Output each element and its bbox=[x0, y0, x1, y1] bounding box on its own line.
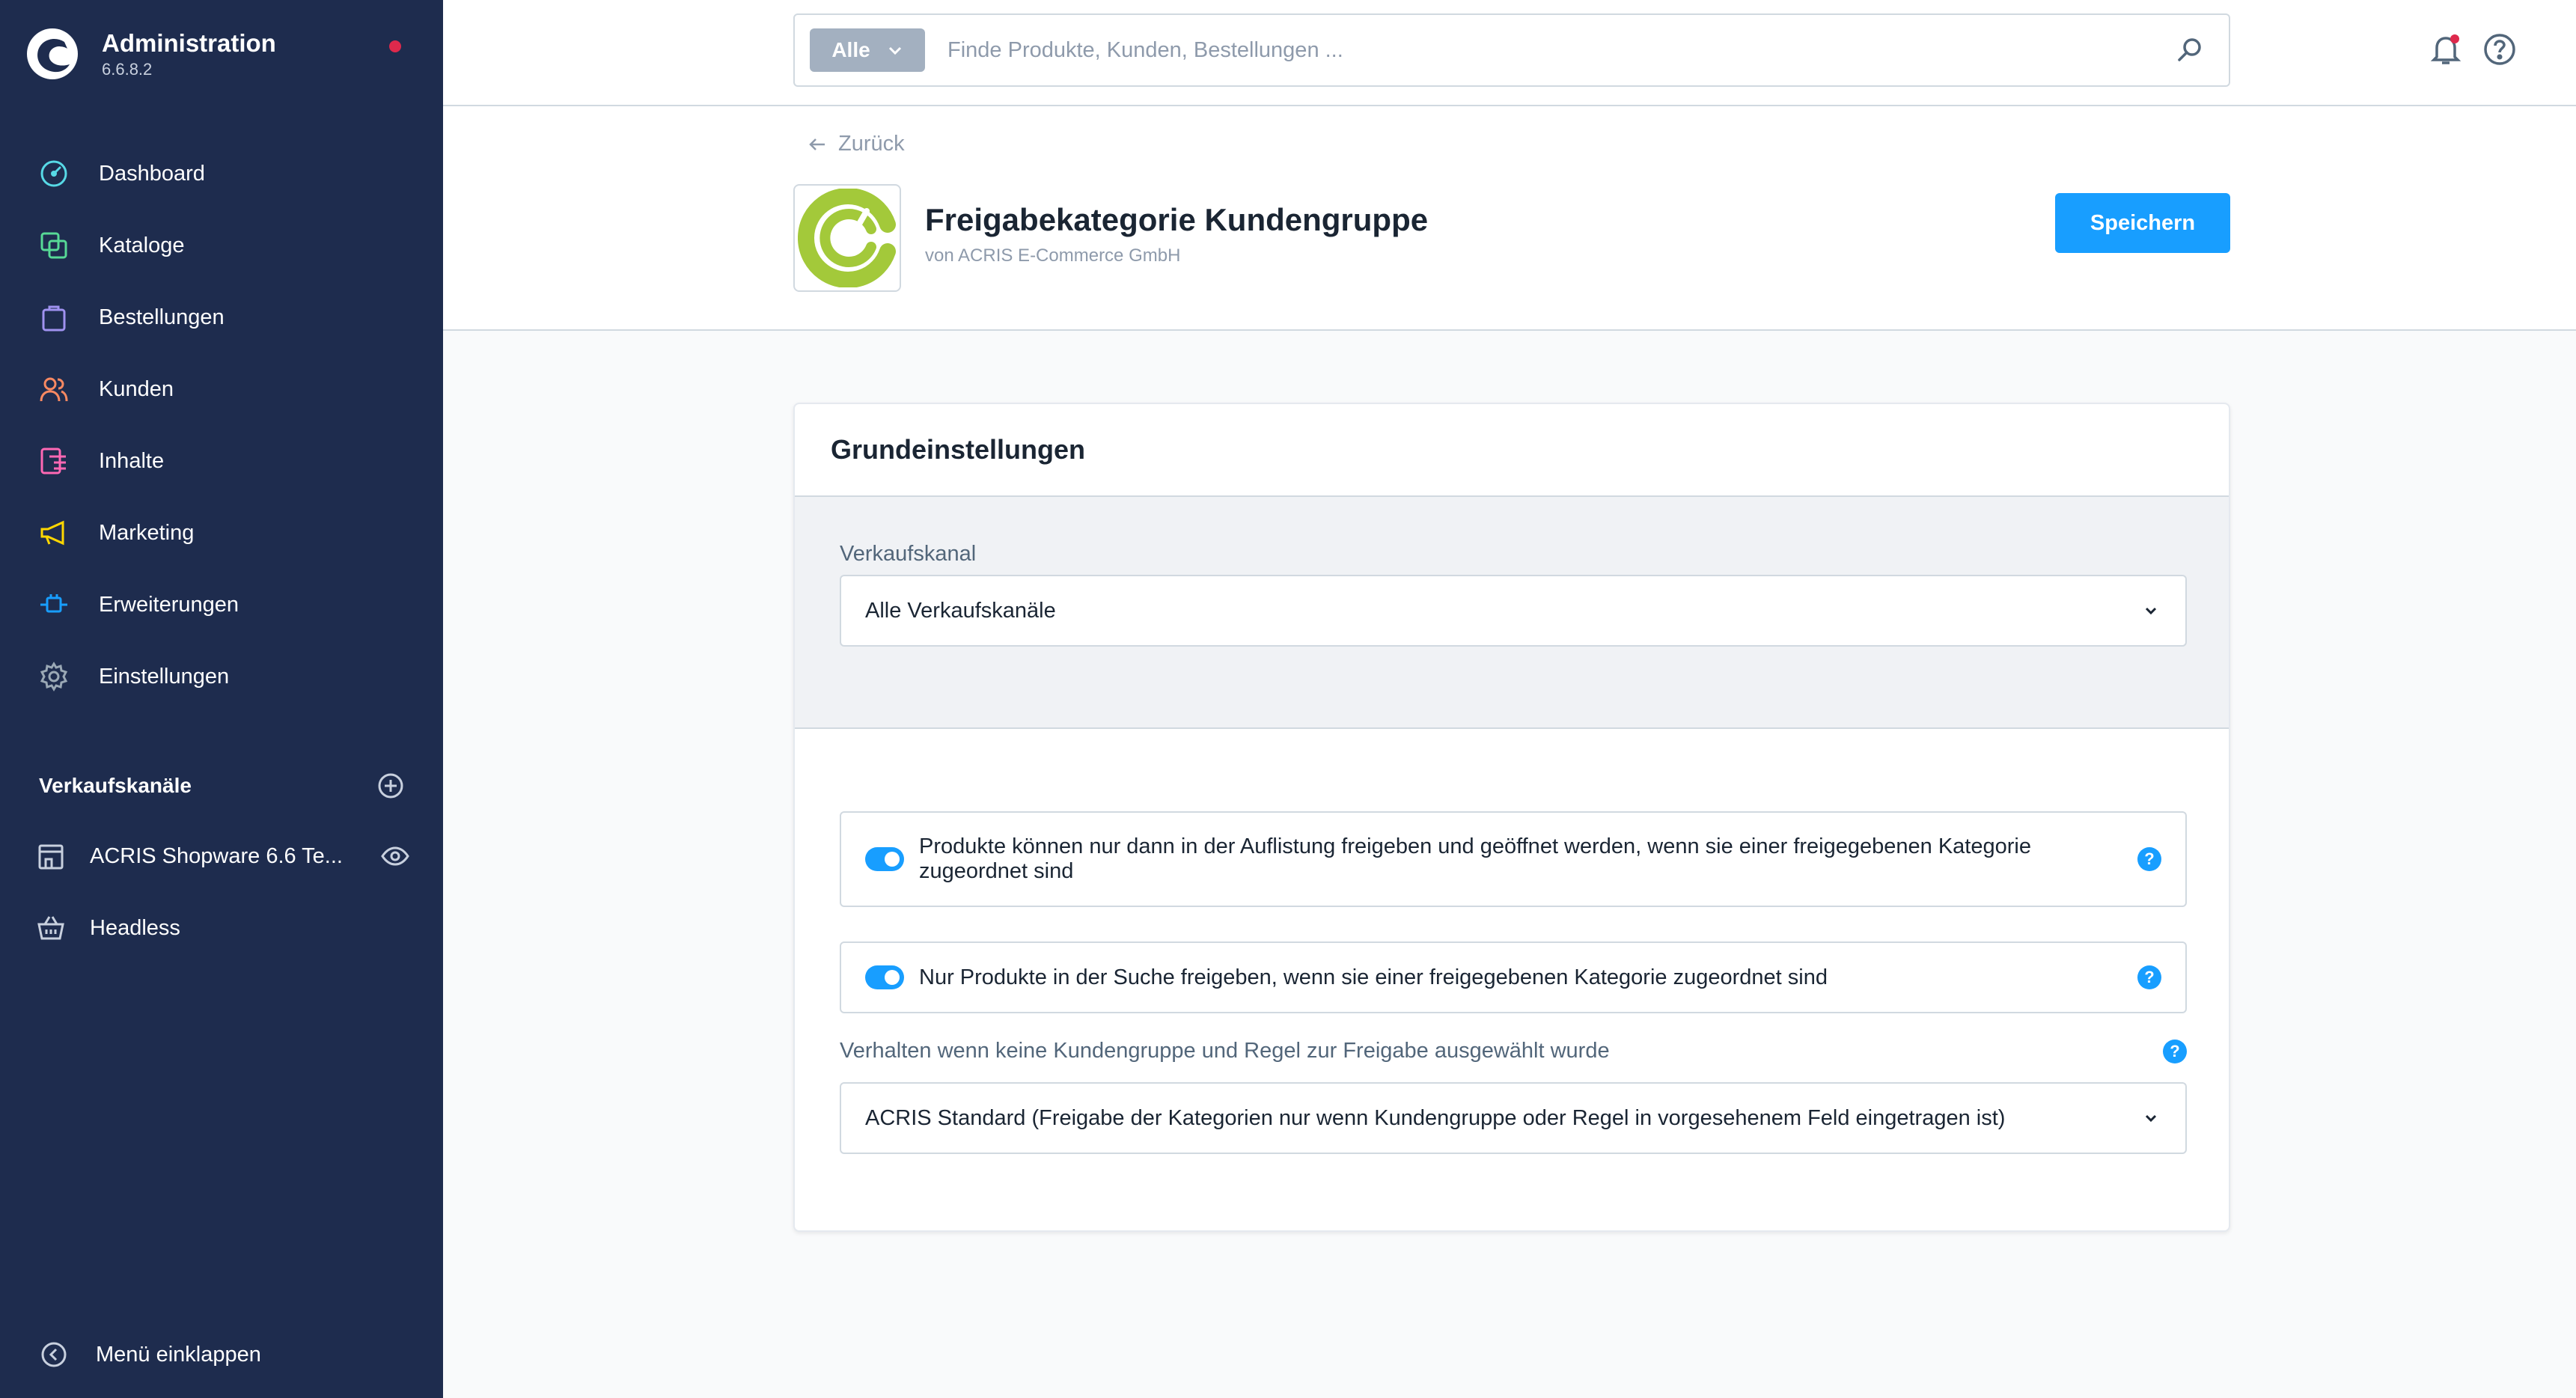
search-type-label: Alle bbox=[831, 38, 870, 61]
back-link[interactable]: Zurück bbox=[807, 132, 905, 156]
search-type-dropdown[interactable]: Alle bbox=[810, 28, 925, 72]
help-icon[interactable]: ? bbox=[2137, 847, 2161, 871]
chevron-down-icon bbox=[888, 46, 901, 55]
behaviour-value: ACRIS Standard (Freigabe der Kategorien … bbox=[865, 1105, 2006, 1130]
behaviour-label: Verhalten wenn keine Kundengruppe und Re… bbox=[840, 1039, 1610, 1063]
notification-bell-icon[interactable] bbox=[2428, 31, 2464, 67]
shopware-logo-icon bbox=[27, 28, 78, 79]
sidebar-item-settings[interactable]: Einstellungen bbox=[0, 641, 443, 712]
back-label: Zurück bbox=[838, 132, 905, 156]
save-button[interactable]: Speichern bbox=[2055, 193, 2230, 253]
arrow-left-icon bbox=[809, 138, 825, 150]
sales-channel-item[interactable]: ACRIS Shopware 6.6 Te... bbox=[36, 834, 410, 879]
sales-channel-label: Headless bbox=[90, 915, 180, 940]
search-release-label: Nur Produkte in der Suche freigeben, wen… bbox=[919, 965, 1828, 989]
marketing-icon bbox=[37, 516, 70, 549]
search-release-toggle[interactable] bbox=[865, 965, 904, 989]
sales-channels-title: Verkaufskanäle bbox=[39, 774, 192, 797]
brand[interactable]: Administration 6.6.8.2 bbox=[25, 27, 276, 81]
sales-channel-item[interactable]: Headless bbox=[36, 906, 410, 950]
content-icon bbox=[37, 445, 70, 477]
sidebar-item-orders[interactable]: Bestellungen bbox=[0, 281, 443, 353]
plugin-logo bbox=[793, 184, 901, 292]
help-icon[interactable]: ? bbox=[2163, 1039, 2187, 1063]
search-release-toggle-row: Nur Produkte in der Suche freigeben, wen… bbox=[840, 941, 2187, 1013]
sidebar-item-customers[interactable]: Kunden bbox=[0, 353, 443, 425]
collapse-menu-label: Menü einklappen bbox=[96, 1342, 261, 1367]
eye-icon[interactable] bbox=[380, 841, 410, 871]
add-sales-channel-icon[interactable] bbox=[376, 771, 406, 801]
sales-channels-header: Verkaufskanäle bbox=[39, 771, 406, 801]
search-input[interactable] bbox=[947, 28, 2175, 73]
settings-card: Grundeinstellungen Verkaufskanal Alle Ve… bbox=[793, 403, 2230, 1232]
sidebar-item-extensions[interactable]: Erweiterungen bbox=[0, 569, 443, 641]
app-version: 6.6.8.2 bbox=[102, 60, 153, 79]
extensions-icon bbox=[37, 588, 70, 621]
behaviour-select[interactable]: ACRIS Standard (Freigabe der Kategorien … bbox=[840, 1082, 2187, 1154]
sales-channel-label: ACRIS Shopware 6.6 Te... bbox=[90, 843, 343, 868]
catalog-icon bbox=[37, 229, 70, 262]
sales-channel-select[interactable]: Alle Verkaufskanäle bbox=[840, 575, 2187, 647]
chevron-down-icon bbox=[2145, 1114, 2157, 1123]
storefront-icon bbox=[38, 844, 64, 870]
acris-logo-icon bbox=[798, 189, 896, 287]
plugin-vendor: von ACRIS E-Commerce GmbH bbox=[925, 245, 1181, 266]
basket-icon bbox=[37, 916, 64, 940]
listing-release-toggle-row: Produkte können nur dann in der Auflistu… bbox=[840, 811, 2187, 907]
help-icon[interactable] bbox=[2482, 31, 2518, 67]
customers-icon bbox=[37, 373, 70, 406]
main-navigation: Dashboard Kataloge Bestellungen Kunden I… bbox=[0, 138, 443, 712]
sidebar-item-label: Einstellungen bbox=[99, 664, 230, 689]
top-bar: Alle bbox=[443, 0, 2576, 106]
settings-icon bbox=[37, 660, 70, 693]
sidebar: Administration 6.6.8.2 Dashboard Katalog… bbox=[0, 0, 443, 1398]
sidebar-item-label: Bestellungen bbox=[99, 305, 225, 329]
listing-release-toggle[interactable] bbox=[865, 847, 904, 871]
sidebar-item-label: Dashboard bbox=[99, 161, 205, 186]
search-icon[interactable] bbox=[2175, 35, 2205, 65]
page-title: Freigabekategorie Kundengruppe bbox=[925, 202, 1429, 237]
notification-dot bbox=[389, 40, 401, 52]
sidebar-item-label: Marketing bbox=[99, 520, 195, 545]
sidebar-item-marketing[interactable]: Marketing bbox=[0, 497, 443, 569]
dashboard-icon bbox=[37, 157, 70, 190]
sales-channel-value: Alle Verkaufskanäle bbox=[865, 598, 1056, 623]
listing-release-label: Produkte können nur dann in der Auflistu… bbox=[919, 834, 2031, 883]
sidebar-item-catalog[interactable]: Kataloge bbox=[0, 210, 443, 281]
chevron-left-circle-icon bbox=[41, 1342, 67, 1367]
sales-channel-label: Verkaufskanal bbox=[840, 542, 977, 566]
orders-icon bbox=[37, 301, 70, 334]
chevron-down-icon bbox=[2145, 607, 2157, 615]
sidebar-item-label: Kunden bbox=[99, 376, 174, 401]
app-title: Administration bbox=[102, 29, 276, 57]
sidebar-item-label: Kataloge bbox=[99, 233, 185, 257]
card-title: Grundeinstellungen bbox=[795, 404, 2229, 497]
global-search: Alle bbox=[793, 13, 2230, 87]
help-icon[interactable]: ? bbox=[2137, 965, 2161, 989]
sidebar-item-label: Erweiterungen bbox=[99, 592, 239, 617]
behaviour-label-row: Verhalten wenn keine Kundengruppe und Re… bbox=[840, 1039, 2187, 1063]
page-header: Zurück Freigabekategorie Kundengruppe vo… bbox=[443, 106, 2576, 331]
sidebar-item-label: Inhalte bbox=[99, 448, 165, 473]
sidebar-item-dashboard[interactable]: Dashboard bbox=[0, 138, 443, 210]
sales-channel-section: Verkaufskanal Alle Verkaufskanäle bbox=[795, 497, 2229, 729]
collapse-menu-button[interactable]: Menü einklappen bbox=[39, 1340, 261, 1370]
sidebar-item-content[interactable]: Inhalte bbox=[0, 425, 443, 497]
